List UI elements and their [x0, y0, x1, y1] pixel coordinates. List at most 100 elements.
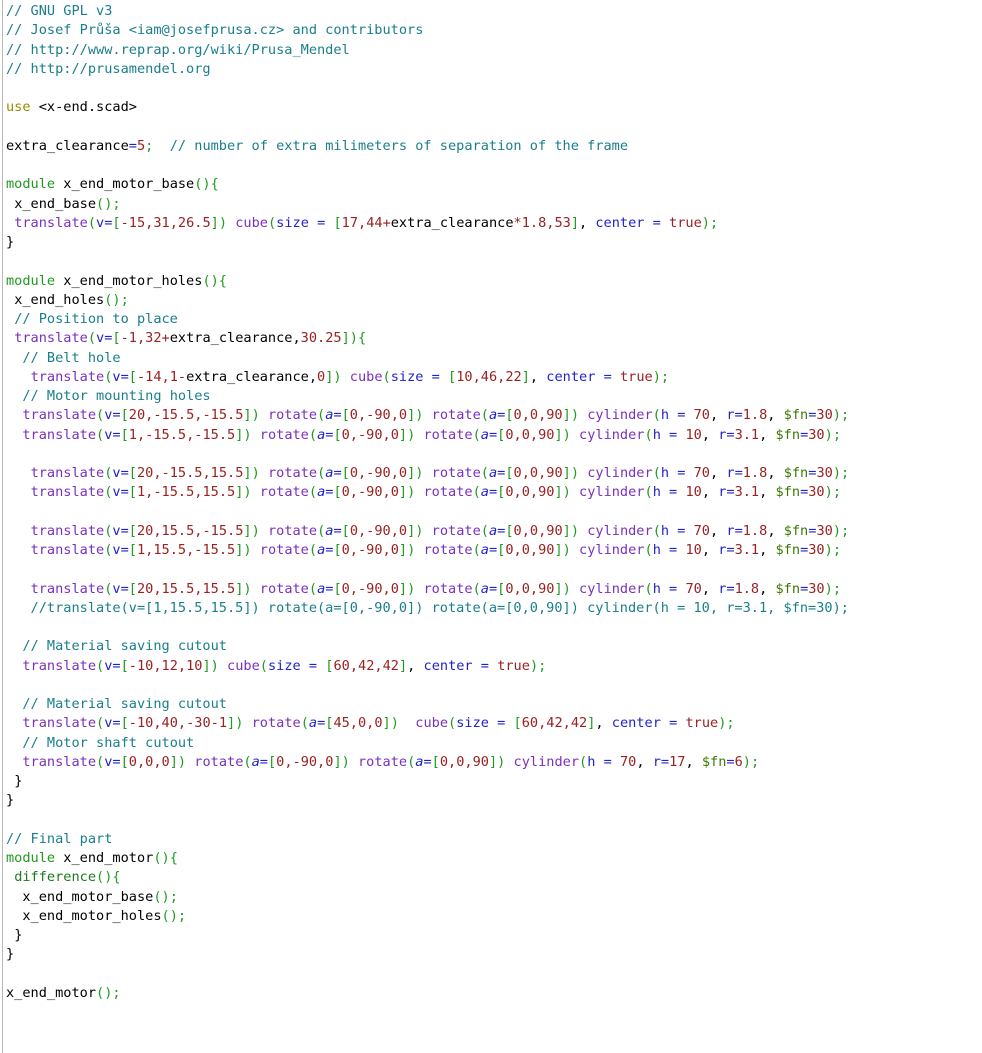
code-line: module x_end_motor_holes(){ [6, 272, 849, 291]
paren-close: ) [210, 657, 219, 674]
builtin-rotate: rotate [259, 542, 309, 558]
bracket-close: ] [398, 657, 408, 674]
source-code-text[interactable]: // GNU GPL v3 // Josef Průša <iam@josefpr… [6, 2, 849, 1003]
value-radius: 3.1 [734, 426, 760, 443]
bracket-open: [ [128, 580, 137, 597]
bracket-close: ] [398, 542, 408, 558]
paren-open: ( [317, 407, 326, 424]
comma: , [701, 484, 710, 501]
paren-close: ) [562, 426, 571, 443]
vector-translate: 1,-15.5,15.5 [136, 484, 236, 501]
operator-assign: = [423, 753, 432, 770]
operator-assign: = [259, 753, 268, 770]
bracket-close: ] [382, 715, 391, 732]
paren-open: ( [300, 715, 309, 732]
bracket-open: [ [341, 522, 350, 539]
arg-size: size [276, 214, 309, 231]
arg-v: v [96, 330, 105, 347]
arg-center: center [423, 657, 473, 674]
builtin-translate: translate [22, 426, 97, 443]
operator-assign: = [734, 465, 743, 481]
builtin-rotate: rotate [423, 542, 473, 558]
paren-close: ) [652, 368, 661, 385]
paren-open: ( [259, 657, 268, 674]
size-part-b: 1.8,53 [521, 214, 571, 231]
bracket-open: [ [120, 426, 129, 443]
paren-close: ) [177, 753, 187, 770]
operator-assign: = [120, 542, 129, 558]
paren-open: ( [308, 484, 318, 501]
rotation-vector-1: 0,-90,0 [349, 407, 408, 424]
vector-part-a: -14,1 [136, 368, 178, 385]
bracket-open: [ [267, 753, 277, 770]
code-line: } [6, 791, 849, 810]
bracket-close: ] [398, 580, 408, 597]
code-line: // http://prusamendel.org [6, 60, 849, 79]
module-name-x-end-motor-base: x_end_motor_base [63, 176, 195, 193]
arg-h: h [660, 407, 670, 424]
vector-part-b: 0 [317, 368, 326, 385]
semicolon: ; [841, 465, 850, 481]
comment-belt-hole: // Belt hole [22, 349, 121, 366]
bracket-close: ] [398, 426, 408, 443]
comma: , [767, 522, 776, 539]
value-radius: 1.8 [742, 522, 768, 539]
vector-translate: 20,-15.5,15.5 [136, 465, 244, 481]
bracket-open: [ [112, 214, 121, 231]
arg-a: a [480, 484, 489, 501]
rotation-vector-2: 0,0,90 [513, 407, 563, 424]
paren-open: ( [644, 580, 653, 597]
paren-open: ( [96, 407, 105, 424]
operator-assign: = [660, 484, 686, 501]
bracket-close: ] [227, 715, 236, 732]
semicolon: ; [832, 484, 841, 501]
module-open-tokens: (){ [194, 176, 219, 193]
comma: , [529, 368, 539, 385]
arg-size: size [390, 368, 424, 385]
operator-assign: = [112, 753, 121, 770]
value-height: 70 [693, 522, 710, 539]
arg-r: r [726, 522, 735, 539]
literal-true: true [669, 214, 702, 231]
semicolon: ; [726, 715, 735, 732]
size-part-a: 17,44 [341, 214, 383, 231]
rotation-vector-1: 0,-90,0 [341, 484, 399, 501]
operator-assign: = [660, 753, 670, 770]
builtin-cylinder: cylinder [579, 580, 645, 597]
module-name-x-end-motor-holes: x_end_motor_holes [63, 272, 203, 289]
call-x-end-motor: x_end_motor [6, 984, 97, 1001]
semicolon: ; [538, 657, 547, 674]
bracket-open: [ [128, 368, 137, 385]
arg-center: center [546, 368, 596, 385]
paren-close: ) [832, 522, 841, 539]
code-line: x_end_holes(); [6, 291, 849, 310]
paren-open: ( [96, 657, 105, 674]
operator-assign: = [128, 137, 137, 154]
size-vector: 60,42,42 [521, 715, 588, 732]
bracket-open: [ [341, 465, 350, 481]
operator-assign: = [120, 465, 129, 481]
code-line: } [6, 772, 849, 791]
code-editor[interactable]: // GNU GPL v3 // Josef Průša <iam@josefpr… [0, 0, 982, 1053]
call-tail: (); [96, 984, 121, 1001]
semicolon: ; [840, 407, 850, 424]
code-line: // Final part [6, 830, 849, 849]
code-line: // Material saving cutout [6, 695, 849, 714]
bracket-open: [ [341, 407, 350, 424]
operator-plus: + [161, 330, 170, 347]
call-x-end-motor-base: x_end_motor_base [22, 888, 154, 905]
rotation-vector-1: 0,-90,0 [341, 426, 399, 443]
value-height: 10 [685, 542, 702, 558]
paren-open: ( [472, 426, 481, 443]
builtin-difference: difference [14, 869, 97, 886]
builtin-rotate: rotate [358, 753, 408, 770]
operator-assign: = [734, 522, 743, 539]
vector-part-b: 1 [218, 715, 228, 732]
paren-close: ) [415, 407, 424, 424]
bracket-open: [ [505, 465, 514, 481]
